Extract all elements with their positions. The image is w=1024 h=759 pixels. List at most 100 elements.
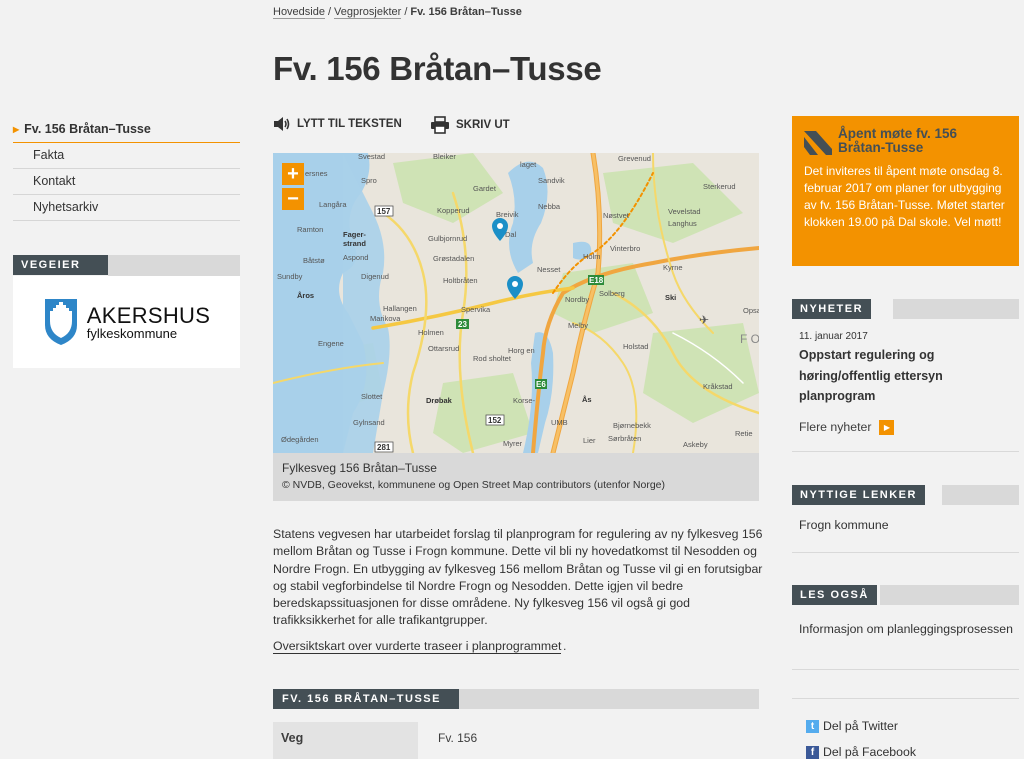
svg-text:Digenud: Digenud	[361, 272, 389, 281]
svg-text:Sandvik: Sandvik	[538, 176, 565, 185]
news-heading: NYHETER	[792, 299, 872, 319]
svg-text:Nøstvet: Nøstvet	[603, 211, 630, 220]
map-canvas: 157 E18 23 E6 152 281 Svestad Bleiker lage…	[273, 153, 759, 453]
akershus-logo[interactable]: AKERSHUS fylkeskommune	[13, 276, 240, 368]
nav-item-label: Fv. 156 Bråtan–Tusse	[24, 122, 151, 136]
overview-map-link[interactable]: Oversiktskart over vurderte traseer i pl…	[273, 639, 562, 654]
svg-text:E18: E18	[589, 276, 604, 285]
svg-text:Kyrne: Kyrne	[663, 263, 683, 272]
logo-name: AKERSHUS	[86, 302, 211, 328]
facts-box: FV. 156 BRÅTAN–TUSSE Veg Fv. 156	[273, 689, 759, 759]
svg-text:Ramton: Ramton	[297, 225, 323, 234]
svg-text:Bjørnebekk: Bjørnebekk	[613, 421, 651, 430]
nav-item-nyhetsarkiv[interactable]: Nyhetsarkiv	[13, 195, 240, 221]
twitter-icon: t	[806, 719, 819, 733]
breadcrumb-separator: /	[404, 6, 408, 18]
breadcrumb-section-link[interactable]: Vegprosjekter	[334, 6, 402, 19]
intro-text: Statens vegvesen har utarbeidet forslag …	[273, 527, 763, 628]
listen-button[interactable]: LYTT TIL TEKSTEN	[273, 116, 402, 132]
breadcrumb-current: Fv. 156 Bråtan–Tusse	[410, 6, 522, 18]
svg-text:Melby: Melby	[568, 321, 588, 330]
svg-text:Korse-: Korse-	[513, 396, 536, 405]
svg-text:Fager-: Fager-	[343, 230, 366, 239]
svg-text:Kråkstad: Kråkstad	[703, 382, 733, 391]
more-news-link[interactable]: Flere nyheter ▶	[799, 419, 1019, 435]
divider	[792, 451, 1019, 452]
svg-text:Nordby: Nordby	[565, 295, 589, 304]
facts-row: Veg Fv. 156	[273, 722, 759, 759]
heading-bar	[942, 485, 1019, 505]
svg-text:Holm: Holm	[583, 252, 601, 261]
svg-text:Gylnsand: Gylnsand	[353, 418, 385, 427]
svg-text:Holstad: Holstad	[623, 342, 648, 351]
svg-text:UMB: UMB	[551, 418, 568, 427]
heading-bar	[893, 299, 1019, 319]
nav-item-fakta[interactable]: Fakta	[13, 143, 240, 169]
svg-text:Bleiker: Bleiker	[433, 153, 456, 161]
svg-text:Retie: Retie	[735, 429, 753, 438]
svg-text:Lier: Lier	[583, 436, 596, 445]
share-facebook-link[interactable]: f Del på Facebook	[806, 745, 916, 759]
map-caption: Fylkesveg 156 Bråtan–Tusse © NVDB, Geove…	[273, 453, 759, 501]
svg-text:Sterkerud: Sterkerud	[703, 182, 736, 191]
caret-right-icon: ▶	[13, 124, 20, 134]
share-facebook-label: Del på Facebook	[823, 745, 916, 759]
svg-text:Aspond: Aspond	[343, 253, 368, 262]
svg-text:Marikova: Marikova	[370, 314, 401, 323]
svg-text:Båtstø: Båtstø	[303, 256, 325, 265]
svg-text:Spervika: Spervika	[461, 305, 491, 314]
read-also-heading: LES OGSÅ	[792, 585, 877, 605]
svg-text:Drøbak: Drøbak	[426, 396, 453, 405]
arrow-right-icon: ▶	[879, 419, 895, 435]
breadcrumb-separator: /	[327, 6, 332, 18]
svg-text:Sørbråten: Sørbråten	[608, 434, 641, 443]
news-title-link[interactable]: Oppstart regulering og høring/offentlig …	[799, 345, 1019, 407]
event-text: Det inviteres til åpent møte onsdag 8. f…	[804, 164, 1005, 229]
news-date: 11. januar 2017	[799, 331, 868, 342]
page-title: Fv. 156 Bråtan–Tusse	[273, 50, 602, 87]
read-also-box: LES OGSÅ Informasjon om planleggingspros…	[792, 585, 1019, 638]
facts-heading: FV. 156 BRÅTAN–TUSSE	[273, 689, 459, 709]
zoom-in-button[interactable]: +	[282, 163, 304, 185]
svg-text:Solberg: Solberg	[599, 289, 625, 298]
divider	[792, 552, 1019, 553]
svg-text:Ås: Ås	[582, 395, 592, 404]
map-caption-credit: © NVDB, Geovekst, kommunene og Open Stre…	[282, 479, 665, 491]
svg-text:152: 152	[488, 416, 502, 425]
svg-text:Gardet: Gardet	[473, 184, 497, 193]
svg-text:Holtbråten: Holtbråten	[443, 276, 478, 285]
nav-item-active[interactable]: ▶ Fv. 156 Bråtan–Tusse	[13, 118, 240, 143]
svg-text:Nebba: Nebba	[538, 202, 561, 211]
svg-text:Vevelstad: Vevelstad	[668, 207, 701, 216]
link-period: .	[563, 639, 567, 653]
road-owner-heading: VEGEIER	[13, 255, 108, 275]
share-twitter-link[interactable]: t Del på Twitter	[806, 719, 898, 733]
zoom-out-button[interactable]: −	[282, 188, 304, 210]
breadcrumb-home-link[interactable]: Hovedside	[273, 6, 325, 19]
road-owner-box: VEGEIER AKERSHUS fylkeskommune	[13, 255, 240, 368]
svg-text:Horg en: Horg en	[508, 346, 535, 355]
svg-text:281: 281	[377, 443, 391, 452]
event-box[interactable]: Åpent møte fv. 156 Bråtan-Tusse Det invi…	[792, 116, 1019, 266]
svg-text:Spro: Spro	[361, 176, 377, 185]
svg-text:F O: F O	[740, 332, 759, 346]
svg-text:Åros: Åros	[297, 291, 314, 300]
nav-item-kontakt[interactable]: Kontakt	[13, 169, 240, 195]
heading-bar	[880, 585, 1019, 605]
svg-text:Ødegården: Ødegården	[281, 435, 319, 444]
print-button[interactable]: SKRIV UT	[430, 116, 510, 134]
svg-text:Breivik: Breivik	[496, 210, 519, 219]
printer-icon	[431, 116, 449, 134]
map-caption-title: Fylkesveg 156 Bråtan–Tusse	[282, 461, 437, 475]
facts-value: Fv. 156	[438, 731, 478, 745]
useful-links-heading: NYTTIGE LENKER	[792, 485, 925, 505]
svg-text:Hallangen: Hallangen	[383, 304, 417, 313]
svg-text:Askeby: Askeby	[683, 440, 708, 449]
facts-key: Veg	[273, 722, 418, 759]
svg-text:Opsal: Opsal	[743, 306, 759, 315]
frogn-kommune-link[interactable]: Frogn kommune	[799, 517, 1019, 534]
map[interactable]: 157 E18 23 E6 152 281 Svestad Bleiker lage…	[273, 153, 759, 453]
planning-info-link[interactable]: Informasjon om planleggingsprosessen	[799, 621, 1019, 638]
svg-text:Holmen: Holmen	[418, 328, 444, 337]
svg-text:Slottet: Slottet	[361, 392, 383, 401]
